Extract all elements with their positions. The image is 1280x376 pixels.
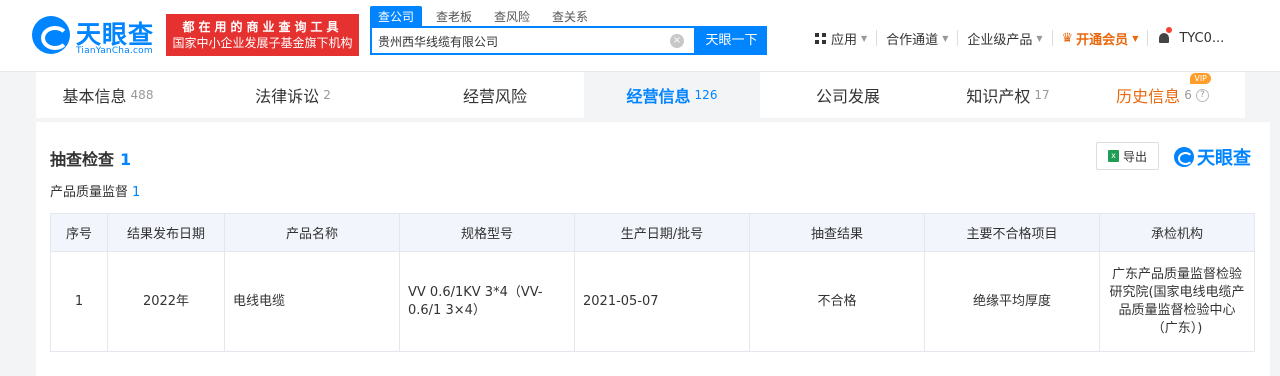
tab-business-info[interactable]: 经营信息 126 [584, 72, 760, 118]
tab-label: 公司发展 [815, 87, 880, 106]
search-tab-company[interactable]: 查公司 [370, 6, 423, 26]
col-header: 序号 [50, 213, 108, 252]
help-icon[interactable]: ? [1195, 88, 1209, 102]
clear-icon[interactable]: × [670, 34, 684, 48]
section-subtitle: 产品质量监督 1 [50, 181, 140, 200]
caret-down-icon: ▼ [1036, 33, 1043, 43]
col-header: 产品名称 [224, 213, 400, 252]
tab-count: 17 [1034, 88, 1050, 102]
search-button[interactable]: 天眼一下 [696, 26, 767, 55]
banner-line-2: 国家中小企业发展子基金旗下机构 [172, 36, 353, 50]
cell-publish-date: 2022年 [107, 251, 225, 352]
col-header: 主要不合格项目 [924, 213, 1100, 252]
nav-enterprise[interactable]: 企业级产品 ▼ [958, 30, 1053, 48]
spot-check-panel: 抽查检查 1 产品质量监督 1 x 导出 天眼查 序号 结果发布日期 产品名称 规格… [36, 122, 1270, 376]
user-name: TYC0... [1179, 30, 1225, 46]
section-title: 抽查检查 1 [50, 146, 131, 170]
tab-basic-info[interactable]: 基本信息 488 [36, 72, 180, 118]
top-nav: 应用 ▼ 合作通道 ▼ 企业级产品 ▼ ♛ 开通会员 ▼ TYC0... [806, 27, 1233, 48]
subtitle-text: 产品质量监督 [50, 185, 129, 200]
nav-user[interactable]: TYC0... [1148, 27, 1233, 46]
export-label: 导出 [1122, 149, 1147, 164]
search-box: × [370, 26, 696, 55]
tab-ip[interactable]: 知识产权 17 [936, 72, 1080, 118]
cell-product-name: 电线电缆 [224, 251, 400, 352]
search-tab-boss[interactable]: 查老板 [428, 6, 480, 26]
col-header: 生产日期/批号 [574, 213, 750, 252]
nav-enterprise-label: 企业级产品 [967, 32, 1033, 48]
brand-watermark: 天眼查 [1174, 144, 1251, 170]
vip-badge: VIP [1190, 73, 1211, 84]
tab-count: 126 [694, 88, 718, 102]
brand-eye-icon [1174, 147, 1194, 167]
table-row: 1 2022年 电线电缆 VV 0.6/1KV 3*4（VV- 0.6/1 3×… [50, 251, 1255, 352]
company-tabs: 基本信息 488 法律诉讼 2 经营风险 经营信息 126 公司发展 知识产权 17 V… [36, 72, 1245, 118]
cell-production-date: 2021-05-07 [574, 251, 750, 352]
cell-index: 1 [50, 251, 108, 352]
nav-partner-label: 合作通道 [886, 32, 939, 48]
search-tab-risk[interactable]: 查风险 [486, 6, 538, 26]
search-input[interactable] [378, 32, 658, 50]
subtitle-count: 1 [132, 185, 141, 200]
tab-count: 488 [130, 88, 154, 102]
search-tab-relation[interactable]: 查关系 [544, 6, 596, 26]
tab-label: 经营风险 [462, 87, 527, 106]
table-header-row: 序号 结果发布日期 产品名称 规格型号 生产日期/批号 抽查结果 主要不合格项目… [50, 213, 1255, 252]
cell-spec-model: VV 0.6/1KV 3*4（VV- 0.6/1 3×4） [399, 251, 575, 352]
col-header: 承检机构 [1099, 213, 1255, 252]
logo-domain: TianYanCha.com [76, 46, 153, 56]
apps-grid-icon [815, 32, 826, 44]
tab-label: 历史信息 [1116, 87, 1181, 106]
site-logo[interactable]: 天眼查 TianYanCha.com [32, 14, 158, 56]
tab-count: 6 [1184, 88, 1192, 102]
tab-development[interactable]: 公司发展 [760, 72, 936, 118]
caret-down-icon: ▼ [861, 33, 868, 43]
tab-label: 基本信息 [62, 87, 127, 106]
cell-check-result: 不合格 [749, 251, 925, 352]
cell-failed-item: 绝缘平均厚度 [924, 251, 1100, 352]
tab-label: 法律诉讼 [255, 87, 320, 106]
tab-risk[interactable]: 经营风险 [406, 72, 584, 118]
tab-count: 2 [323, 88, 331, 102]
nav-apps-label: 应用 [831, 32, 858, 48]
col-header: 结果发布日期 [107, 213, 225, 252]
banner-line-1: 都在用的商业查询工具 [182, 20, 343, 34]
caret-down-icon: ▼ [942, 33, 949, 43]
tab-legal[interactable]: 法律诉讼 2 [180, 72, 406, 118]
nav-vip-label: 开通会员 [1076, 32, 1129, 48]
cell-inspection-agency: 广东产品质量监督检验研究院(国家电线电缆产品质量监督检验中心（广东）) [1099, 251, 1255, 352]
section-count: 1 [120, 150, 132, 169]
bell-icon[interactable] [1157, 27, 1173, 45]
col-header: 规格型号 [399, 213, 575, 252]
tab-label: 知识产权 [966, 87, 1031, 106]
caret-down-icon: ▼ [1132, 33, 1139, 43]
top-header: 天眼查 TianYanCha.com 都在用的商业查询工具 国家中小企业发展子基… [0, 0, 1280, 72]
nav-vip[interactable]: ♛ 开通会员 ▼ [1053, 30, 1149, 48]
excel-icon: x [1107, 150, 1119, 162]
brand-text: 天眼查 [1197, 148, 1251, 169]
nav-partner[interactable]: 合作通道 ▼ [877, 30, 959, 48]
tab-history[interactable]: VIP 历史信息 6 ? [1080, 72, 1245, 118]
promo-banner[interactable]: 都在用的商业查询工具 国家中小企业发展子基金旗下机构 [166, 14, 359, 56]
export-button[interactable]: x 导出 [1096, 142, 1159, 170]
nav-apps[interactable]: 应用 ▼ [806, 30, 878, 48]
crown-icon: ♛ [1061, 30, 1074, 46]
search-type-tabs: 查公司 查老板 查风险 查关系 [370, 6, 602, 26]
spot-check-table: 序号 结果发布日期 产品名称 规格型号 生产日期/批号 抽查结果 主要不合格项目… [50, 213, 1255, 352]
logo-eye-icon [32, 16, 70, 54]
col-header: 抽查结果 [749, 213, 925, 252]
tab-label: 经营信息 [626, 87, 691, 106]
section-title-text: 抽查检查 [50, 150, 115, 169]
